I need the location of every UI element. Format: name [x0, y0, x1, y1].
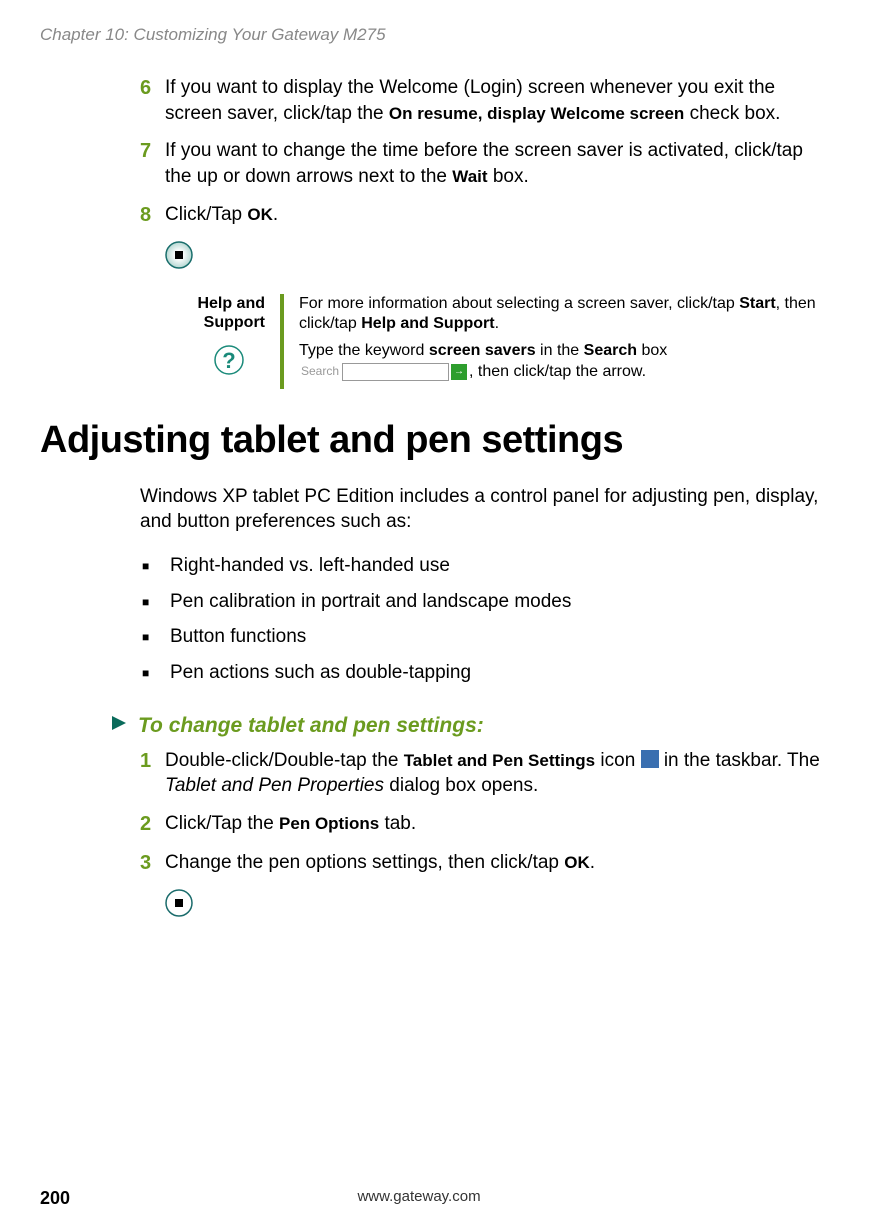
step-6: 6 If you want to display the Welcome (Lo…: [140, 75, 828, 126]
text: .: [590, 852, 595, 873]
text: check box.: [684, 103, 780, 124]
text: Click/Tap: [165, 204, 247, 225]
text: Double-click/Double-tap the: [165, 750, 404, 771]
step-body: Change the pen options settings, then cl…: [165, 850, 828, 877]
search-widget: Search →: [301, 363, 467, 381]
section-heading: Adjusting tablet and pen settings: [40, 419, 828, 462]
ui-label: OK: [247, 205, 273, 224]
ui-label: OK: [564, 853, 590, 872]
tablet-pen-taskbar-icon: [641, 750, 659, 768]
intro-paragraph: Windows XP tablet PC Edition includes a …: [140, 484, 828, 535]
text: in the: [536, 342, 584, 359]
help-text-1: For more information about selecting a s…: [299, 294, 828, 336]
text: .: [273, 204, 278, 225]
ui-label: screen savers: [429, 342, 536, 359]
svg-text:?: ?: [222, 348, 235, 373]
search-go-icon: →: [451, 364, 467, 380]
text: , then click/tap the arrow.: [469, 363, 646, 380]
step-3: 3 Change the pen options settings, then …: [140, 850, 828, 877]
ui-label: Search: [584, 342, 637, 359]
text: Change the pen options settings, then cl…: [165, 852, 564, 873]
text: dialog box opens.: [384, 775, 538, 796]
page-footer: 200 www.gateway.com: [40, 1188, 828, 1209]
step-body: If you want to display the Welcome (Logi…: [165, 75, 828, 126]
step-number: 6: [140, 75, 165, 126]
list-item: Button functions: [140, 624, 828, 650]
footer-url: www.gateway.com: [10, 1188, 828, 1209]
help-label: Help and Support: [165, 294, 265, 332]
ui-label: Pen Options: [279, 814, 379, 833]
chapter-header: Chapter 10: Customizing Your Gateway M27…: [40, 25, 828, 45]
help-question-icon: ?: [165, 344, 265, 376]
step-number: 3: [140, 850, 165, 877]
step-number: 2: [140, 811, 165, 838]
step-body: Click/Tap OK.: [165, 202, 828, 229]
text: Help and: [197, 295, 265, 312]
text: .: [495, 315, 499, 332]
procedure-arrow-icon: [110, 714, 128, 737]
list-item: Pen calibration in portrait and landscap…: [140, 589, 828, 615]
ui-label: Tablet and Pen Settings: [404, 751, 595, 770]
step-8: 8 Click/Tap OK.: [140, 202, 828, 229]
step-body: Double-click/Double-tap the Tablet and P…: [165, 748, 828, 799]
search-input: [342, 363, 449, 381]
list-item: Pen actions such as double-tapping: [140, 660, 828, 686]
ui-label: On resume, display Welcome screen: [389, 104, 684, 123]
text: Type the keyword: [299, 342, 429, 359]
help-text-2: Type the keyword screen savers in the Se…: [299, 341, 828, 383]
step-body: Click/Tap the Pen Options tab.: [165, 811, 828, 838]
text: For more information about selecting a s…: [299, 295, 739, 312]
step-number: 1: [140, 748, 165, 799]
text: Support: [204, 314, 265, 331]
procedure-title: To change tablet and pen settings:: [138, 714, 484, 738]
ui-label: Start: [739, 295, 775, 312]
ui-label: Wait: [452, 167, 487, 186]
step-number: 8: [140, 202, 165, 229]
end-of-procedure-icon: [165, 241, 828, 269]
step-number: 7: [140, 138, 165, 189]
text: tab.: [379, 813, 416, 834]
bullet-list: Right-handed vs. left-handed use Pen cal…: [140, 553, 828, 686]
text: icon: [595, 750, 640, 771]
step-1: 1 Double-click/Double-tap the Tablet and…: [140, 748, 828, 799]
list-item: Right-handed vs. left-handed use: [140, 553, 828, 579]
text: Click/Tap the: [165, 813, 279, 834]
procedure-heading: To change tablet and pen settings:: [110, 714, 828, 738]
search-label: Search: [301, 364, 339, 380]
text: box: [637, 342, 667, 359]
dialog-name: Tablet and Pen Properties: [165, 775, 384, 796]
help-and-support-box: Help and Support ? For more information …: [165, 294, 828, 389]
ui-label: Help and Support: [361, 315, 494, 332]
text: box.: [488, 166, 529, 187]
text: in the taskbar. The: [659, 750, 820, 771]
step-2: 2 Click/Tap the Pen Options tab.: [140, 811, 828, 838]
step-7: 7 If you want to change the time before …: [140, 138, 828, 189]
step-body: If you want to change the time before th…: [165, 138, 828, 189]
end-of-procedure-icon: [165, 889, 828, 917]
